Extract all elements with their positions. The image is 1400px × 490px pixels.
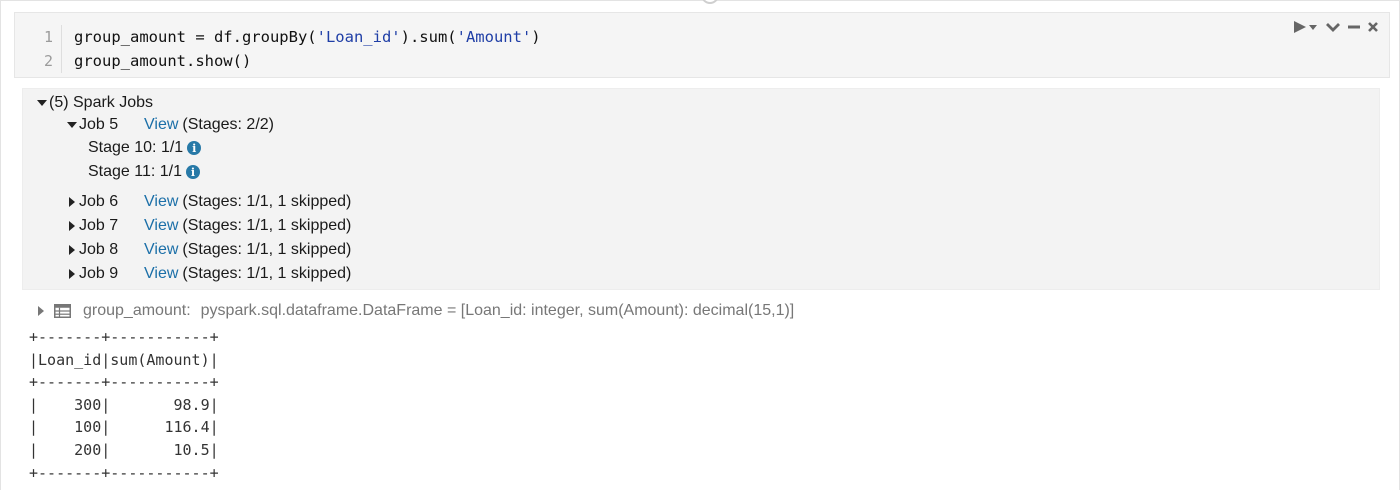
job-stages-text: (Stages: 1/1, 1 skipped) (182, 265, 352, 282)
job-view-link[interactable]: View (144, 265, 178, 283)
output-line: | 100| 116.4| (29, 418, 219, 437)
job-label: Job 5 (79, 116, 119, 133)
code-token: ) (531, 28, 541, 46)
output-line: |Loan_id|sum(Amount)| (29, 350, 219, 369)
job-view-link[interactable]: View (144, 193, 178, 211)
job-view-link[interactable]: View (144, 217, 178, 235)
code-token: group_amount.show() (74, 52, 252, 70)
job-label: Job 8 (79, 241, 119, 258)
line-number: 1 (15, 25, 62, 49)
minus-icon[interactable] (1347, 17, 1361, 37)
code-line-2[interactable]: 2 group_amount.show() (15, 49, 1389, 73)
job-stages-text: (Stages: 2/2) (182, 116, 274, 133)
code-editor[interactable]: 1 group_amount = df.groupBy('Loan_id').s… (15, 25, 1389, 73)
output-line: +-------+-----------+ (29, 328, 219, 346)
dataframe-schema: pyspark.sql.dataframe.DataFrame = [Loan_… (200, 302, 795, 319)
cell-output: +-------+-----------+ |Loan_id|sum(Amount… (29, 326, 219, 484)
code-string-token: 'Loan_id' (316, 28, 401, 46)
job-stages-text: (Stages: 1/1, 1 skipped) (182, 217, 352, 234)
dataframe-schema-row[interactable]: group_amount: pyspark.sql.dataframe.Data… (36, 300, 794, 322)
code-token: ).sum( (400, 28, 457, 46)
caret-down-icon[interactable] (65, 114, 79, 136)
code-text[interactable]: group_amount.show() (62, 49, 251, 73)
job-stages-text: (Stages: 1/1, 1 skipped) (182, 193, 352, 210)
cell-toolbar (1293, 17, 1379, 37)
job-view-link[interactable]: View (144, 241, 178, 259)
job-stages-text: (Stages: 1/1, 1 skipped) (182, 241, 352, 258)
close-icon[interactable] (1367, 17, 1379, 37)
code-string-token: 'Amount' (456, 28, 532, 46)
job-label: Job 9 (79, 265, 119, 282)
spark-jobs-header[interactable]: (5) Spark Jobs (35, 92, 153, 114)
job-label: Job 6 (79, 193, 119, 210)
stage-row: Stage 10: 1/1 i (88, 137, 202, 159)
caret-right-icon[interactable] (65, 239, 79, 261)
code-text[interactable]: group_amount = df.groupBy('Loan_id').sum… (62, 25, 541, 49)
job-row[interactable]: Job 7 View (Stages: 1/1, 1 skipped) (65, 215, 351, 237)
info-icon[interactable]: i (186, 165, 200, 179)
line-number: 2 (15, 49, 62, 73)
caret-right-icon[interactable] (65, 215, 79, 237)
output-line: | 200| 10.5| (29, 440, 219, 459)
job-view-link[interactable]: View (144, 116, 178, 134)
info-icon[interactable]: i (187, 141, 202, 155)
output-line: | 300| 98.9| (29, 395, 219, 414)
chevron-down-icon[interactable] (1325, 17, 1341, 37)
job-row[interactable]: Job 5 View (Stages: 2/2) (65, 114, 274, 136)
caret-right-icon[interactable] (65, 191, 79, 213)
spark-jobs-title: (5) Spark Jobs (49, 94, 154, 111)
job-row[interactable]: Job 9 View (Stages: 1/1, 1 skipped) (65, 263, 351, 285)
stage-label: Stage 10: 1/1 (88, 139, 184, 156)
job-label: Job 7 (79, 217, 119, 234)
code-token: group_amount = df.groupBy( (74, 28, 317, 46)
caret-right-icon[interactable] (65, 263, 79, 285)
dataframe-name: group_amount: (83, 302, 191, 319)
code-cell[interactable]: 1 group_amount = df.groupBy('Loan_id').s… (14, 12, 1390, 78)
job-row[interactable]: Job 6 View (Stages: 1/1, 1 skipped) (65, 191, 351, 213)
stage-label: Stage 11: 1/1 (88, 163, 182, 180)
code-line-1[interactable]: 1 group_amount = df.groupBy('Loan_id').s… (15, 25, 1389, 49)
table-icon (54, 304, 71, 318)
stage-row: Stage 11: 1/1 i (88, 161, 200, 183)
caret-down-icon[interactable] (35, 92, 49, 114)
spark-jobs-panel: (5) Spark Jobs Job 5 View (Stages: 2/2) … (22, 88, 1380, 290)
output-line: +-------+-----------+ (29, 373, 219, 392)
play-dropdown-icon[interactable] (1293, 17, 1319, 37)
caret-right-icon[interactable] (36, 300, 50, 322)
job-row[interactable]: Job 8 View (Stages: 1/1, 1 skipped) (65, 239, 351, 261)
output-line: +-------+-----------+ (29, 463, 219, 482)
